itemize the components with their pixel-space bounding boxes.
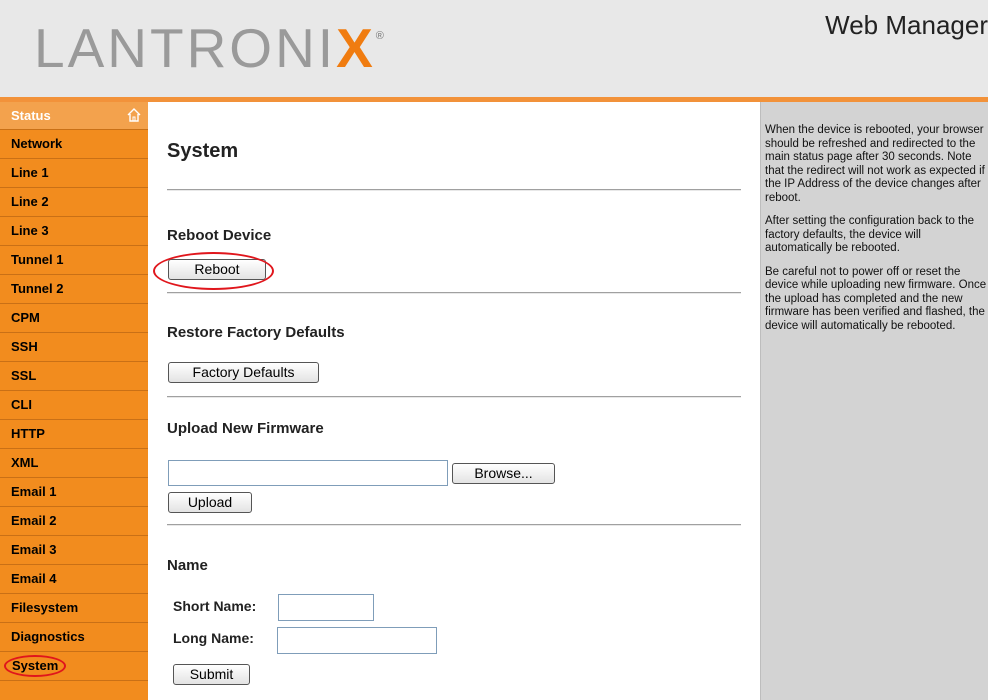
submit-button[interactable]: Submit — [173, 664, 250, 685]
sidebar-item-email-3[interactable]: Email 3 — [0, 536, 148, 565]
sidebar-item-http[interactable]: HTTP — [0, 420, 148, 449]
home-icon[interactable] — [126, 107, 142, 123]
sidebar-item-line-3[interactable]: Line 3 — [0, 217, 148, 246]
sidebar-item-email-1[interactable]: Email 1 — [0, 478, 148, 507]
name-heading: Name — [167, 557, 208, 574]
help-text: After setting the configuration back to … — [765, 215, 975, 254]
sidebar-item-tunnel-2[interactable]: Tunnel 2 — [0, 275, 148, 304]
sidebar-item-label: Email 1 — [11, 484, 57, 499]
sidebar-item-filesystem[interactable]: Filesystem — [0, 594, 148, 623]
sidebar-item-label: Line 2 — [11, 194, 49, 209]
sidebar-item-label: CLI — [11, 397, 32, 412]
sidebar-item-line-2[interactable]: Line 2 — [0, 188, 148, 217]
sidebar-item-email-4[interactable]: Email 4 — [0, 565, 148, 594]
sidebar-item-label: CPM — [11, 310, 40, 325]
short-name-label: Short Name: — [173, 598, 257, 614]
long-name-label: Long Name: — [173, 630, 254, 646]
highlight-ring — [153, 252, 274, 290]
sidebar-item-tunnel-1[interactable]: Tunnel 1 — [0, 246, 148, 275]
upload-firmware-heading: Upload New Firmware — [167, 420, 324, 437]
sidebar-item-label: Line 3 — [11, 223, 49, 238]
sidebar-item-cli[interactable]: CLI — [0, 391, 148, 420]
sidebar-item-ssh[interactable]: SSH — [0, 333, 148, 362]
sidebar-item-ssl[interactable]: SSL — [0, 362, 148, 391]
logo-text: LANTRONI — [34, 17, 337, 79]
sidebar-item-label: Diagnostics — [11, 629, 85, 644]
short-name-input[interactable] — [278, 594, 374, 621]
app-title: Web Manager — [825, 10, 988, 40]
divider — [167, 396, 741, 398]
browse-button[interactable]: Browse... — [452, 463, 555, 484]
help-text: Be careful not to power off or reset the… — [765, 265, 987, 332]
help-panel: When the device is rebooted, your browse… — [760, 102, 988, 700]
sidebar-item-status[interactable]: Status — [0, 102, 148, 130]
sidebar: Status Network Line 1 Line 2 Line 3 Tunn… — [0, 102, 148, 700]
sidebar-item-label: Tunnel 1 — [11, 252, 64, 267]
sidebar-item-label: SSL — [11, 368, 37, 383]
header: LANTRONIX® Web Manager — [0, 0, 988, 97]
sidebar-item-system[interactable]: System — [0, 652, 148, 681]
sidebar-item-label: Network — [11, 136, 63, 151]
divider — [167, 292, 741, 294]
sidebar-item-label: SSH — [11, 339, 38, 354]
firmware-file-input[interactable] — [168, 460, 448, 486]
sidebar-item-label: HTTP — [11, 426, 45, 441]
sidebar-item-label: Email 3 — [11, 542, 57, 557]
sidebar-item-label: System — [4, 655, 67, 677]
factory-defaults-heading: Restore Factory Defaults — [167, 324, 345, 341]
help-text: When the device is rebooted, your browse… — [765, 124, 985, 204]
sidebar-item-network[interactable]: Network — [0, 130, 148, 159]
sidebar-item-label: XML — [11, 455, 39, 470]
sidebar-item-label: Tunnel 2 — [11, 281, 64, 296]
divider — [167, 524, 741, 526]
divider — [167, 189, 741, 191]
lantronix-logo: LANTRONIX® — [34, 16, 384, 80]
sidebar-item-label: Line 1 — [11, 165, 49, 180]
long-name-input[interactable] — [277, 627, 437, 654]
sidebar-item-email-2[interactable]: Email 2 — [0, 507, 148, 536]
sidebar-item-diagnostics[interactable]: Diagnostics — [0, 623, 148, 652]
sidebar-item-line-1[interactable]: Line 1 — [0, 159, 148, 188]
page-title: System — [167, 140, 239, 162]
sidebar-item-label: Email 2 — [11, 513, 57, 528]
logo-x: X — [336, 17, 376, 79]
factory-defaults-button[interactable]: Factory Defaults — [168, 362, 319, 383]
main-content: System Reboot Device Reboot Restore Fact… — [150, 102, 760, 700]
sidebar-item-label: Email 4 — [11, 571, 57, 586]
sidebar-item-label: Filesystem — [11, 600, 79, 615]
reboot-heading: Reboot Device — [167, 227, 272, 244]
logo-registered-mark: ® — [375, 30, 384, 42]
sidebar-item-cpm[interactable]: CPM — [0, 304, 148, 333]
upload-button[interactable]: Upload — [168, 492, 252, 513]
sidebar-item-label: Status — [11, 108, 51, 123]
sidebar-item-xml[interactable]: XML — [0, 449, 148, 478]
